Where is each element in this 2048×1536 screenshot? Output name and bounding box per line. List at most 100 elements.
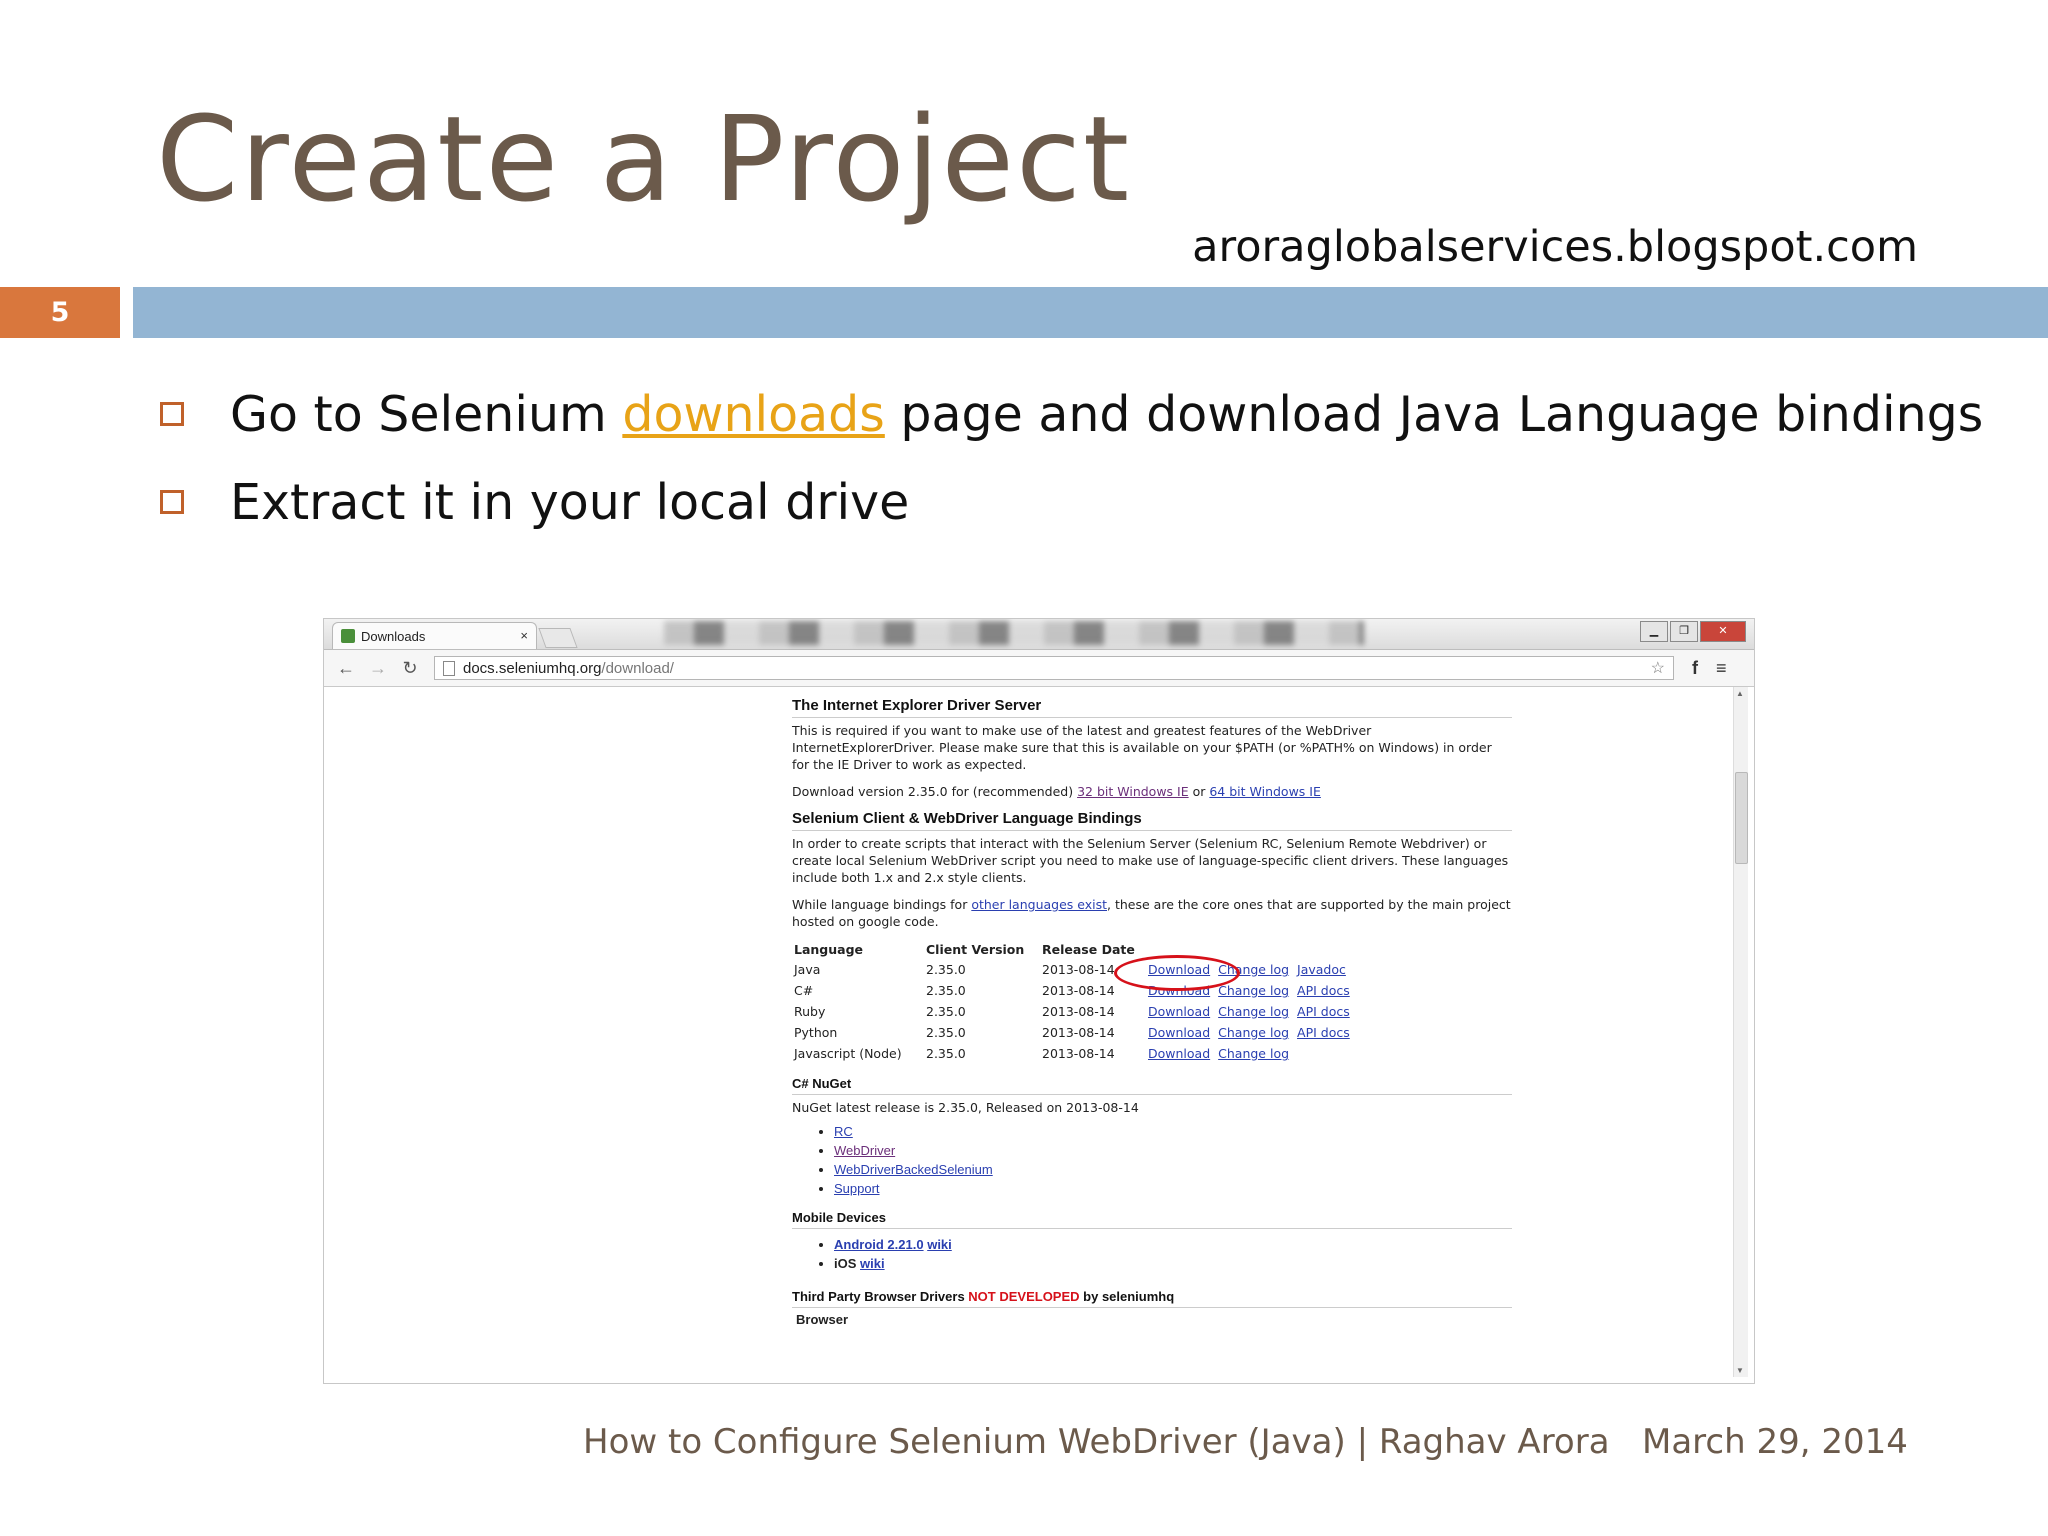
vertical-scrollbar[interactable]: ▲ ▼ <box>1733 687 1748 1377</box>
list-item: Android 2.21.0 wiki <box>834 1235 1512 1254</box>
cell-version: 2.35.0 <box>926 983 966 998</box>
docs-link[interactable]: API docs <box>1297 1025 1350 1040</box>
tab-close-icon[interactable]: × <box>520 628 528 643</box>
android-link[interactable]: Android 2.21.0 <box>834 1237 924 1252</box>
bullet-list: Go to Selenium downloads page and downlo… <box>160 370 1983 546</box>
list-item: WebDriverBackedSelenium <box>834 1160 1512 1179</box>
maximize-button[interactable]: ❐ <box>1670 621 1698 642</box>
ios-wiki-link[interactable]: wiki <box>860 1256 885 1271</box>
webdriver-link[interactable]: WebDriver <box>834 1143 895 1158</box>
not-developed-label: NOT DEVELOPED <box>968 1289 1080 1304</box>
ie-driver-description: This is required if you want to make use… <box>792 723 1492 772</box>
cell-date: 2013-08-14 <box>1042 962 1115 977</box>
minimize-button[interactable]: ▁ <box>1640 621 1668 642</box>
slide-number: 5 <box>0 287 120 338</box>
scroll-down-icon[interactable]: ▼ <box>1736 1366 1744 1375</box>
table-row: Java 2.35.0 2013-08-14 Download Change l… <box>792 955 1356 991</box>
close-window-button[interactable]: ✕ <box>1700 621 1746 642</box>
download-link[interactable]: Download <box>1148 1025 1210 1040</box>
bullet-text: Go to Selenium downloads page and downlo… <box>230 386 1983 443</box>
site-url: aroraglobalservices.blogspot.com <box>1192 222 1918 272</box>
scroll-up-icon[interactable]: ▲ <box>1736 689 1744 698</box>
cell-language: Python <box>794 1025 838 1040</box>
downloads-link[interactable]: downloads <box>622 386 884 443</box>
changelog-link[interactable]: Change log <box>1218 1046 1289 1061</box>
ios-label: iOS <box>834 1256 861 1271</box>
download-link[interactable]: Download <box>1148 983 1210 998</box>
docs-link[interactable]: Javadoc <box>1297 962 1346 977</box>
list-item: Support <box>834 1179 1512 1198</box>
address-bar[interactable]: docs.seleniumhq.org/download/ ☆ <box>434 656 1674 680</box>
url-host: docs.seleniumhq.org <box>463 659 602 677</box>
page-icon <box>443 660 455 676</box>
bullet-item: Extract it in your local drive <box>160 458 1983 546</box>
cell-language: Java <box>794 962 821 977</box>
rc-link[interactable]: RC <box>834 1124 853 1139</box>
column-header: Client Version <box>926 942 1025 957</box>
list-item: iOS wiki <box>834 1254 1512 1273</box>
cell-date: 2013-08-14 <box>1042 1004 1115 1019</box>
table-row: Javascript (Node) 2.35.0 2013-08-14 Down… <box>792 1043 1356 1064</box>
cell-date: 2013-08-14 <box>1042 1025 1115 1040</box>
bindings-note-prefix: While language bindings for <box>792 897 972 912</box>
ie-32bit-link[interactable]: 32 bit Windows IE <box>1077 784 1189 799</box>
list-item: WebDriver <box>834 1141 1512 1160</box>
bookmark-star-icon[interactable]: ☆ <box>1651 658 1665 678</box>
bindings-table: Language Client Version Release Date Jav… <box>792 940 1356 1064</box>
download-link[interactable]: Download <box>1148 1046 1210 1061</box>
webdriverbackedselenium-link[interactable]: WebDriverBackedSelenium <box>834 1162 993 1177</box>
changelog-link[interactable]: Change log <box>1218 962 1289 977</box>
table-row: Ruby 2.35.0 2013-08-14 Download Change l… <box>792 1001 1356 1022</box>
bullet-item: Go to Selenium downloads page and downlo… <box>160 370 1983 458</box>
table-header-row: Language Client Version Release Date <box>792 940 1356 959</box>
ie-download-prefix: Download version 2.35.0 for (recommended… <box>792 784 1078 799</box>
slide-title: Create a Project <box>156 90 1132 228</box>
java-download-link[interactable]: Download <box>1148 962 1210 977</box>
docs-link[interactable]: API docs <box>1297 1004 1350 1019</box>
header-band <box>133 287 2048 338</box>
bullet-prefix: Go to Selenium <box>230 385 623 443</box>
favicon-icon <box>341 629 355 643</box>
menu-icon[interactable]: ≡ <box>1716 658 1727 679</box>
ie-64bit-link[interactable]: 64 bit Windows IE <box>1209 784 1321 799</box>
cell-version: 2.35.0 <box>926 1025 966 1040</box>
changelog-link[interactable]: Change log <box>1218 1025 1289 1040</box>
android-wiki-link[interactable]: wiki <box>927 1237 952 1252</box>
cell-language: Ruby <box>794 1004 826 1019</box>
url-path: /download/ <box>601 659 674 677</box>
support-link[interactable]: Support <box>834 1181 880 1196</box>
cell-version: 2.35.0 <box>926 1046 966 1061</box>
reload-icon[interactable]: ↻ <box>400 658 420 679</box>
tab-downloads[interactable]: Downloads × <box>332 622 537 649</box>
cell-version: 2.35.0 <box>926 1004 966 1019</box>
facebook-extension-icon[interactable]: f <box>1692 658 1698 679</box>
new-tab-button[interactable] <box>538 628 578 648</box>
forward-arrow-icon[interactable]: → <box>368 658 388 679</box>
tab-strip: Downloads × ▁ ❐ ✕ <box>324 619 1754 650</box>
third-party-suffix: by seleniumhq <box>1079 1289 1175 1304</box>
back-arrow-icon[interactable]: ← <box>336 658 356 679</box>
footer-date: March 29, 2014 <box>1642 1422 1908 1462</box>
changelog-link[interactable]: Change log <box>1218 1004 1289 1019</box>
scroll-thumb[interactable] <box>1735 772 1748 864</box>
changelog-link[interactable]: Change log <box>1218 983 1289 998</box>
table-row: C# 2.35.0 2013-08-14 Download Change log… <box>792 980 1356 1001</box>
mobile-link-list: Android 2.21.0 wiki iOS wiki <box>792 1235 1512 1273</box>
cell-language: Javascript (Node) <box>794 1046 902 1061</box>
bullet-text: Extract it in your local drive <box>230 473 910 531</box>
cell-version: 2.35.0 <box>926 962 966 977</box>
blurred-region <box>664 621 1364 645</box>
download-link[interactable]: Download <box>1148 1004 1210 1019</box>
docs-link[interactable]: API docs <box>1297 983 1350 998</box>
ie-or-text: or <box>1188 784 1210 799</box>
bullet-square-icon <box>160 402 184 426</box>
other-languages-link[interactable]: other languages exist <box>971 897 1107 912</box>
column-header: Release Date <box>1042 942 1135 957</box>
tab-title: Downloads <box>361 628 426 644</box>
ie-download-line: Download version 2.35.0 for (recommended… <box>792 783 1512 800</box>
page-content: The Internet Explorer Driver Server This… <box>792 697 1512 1327</box>
cell-date: 2013-08-14 <box>1042 983 1115 998</box>
java-download-wrap: Download <box>1114 955 1240 991</box>
bindings-description: In order to create scripts that interact… <box>792 836 1509 885</box>
bullet-suffix: page and download Java Language bindings <box>884 385 1984 443</box>
